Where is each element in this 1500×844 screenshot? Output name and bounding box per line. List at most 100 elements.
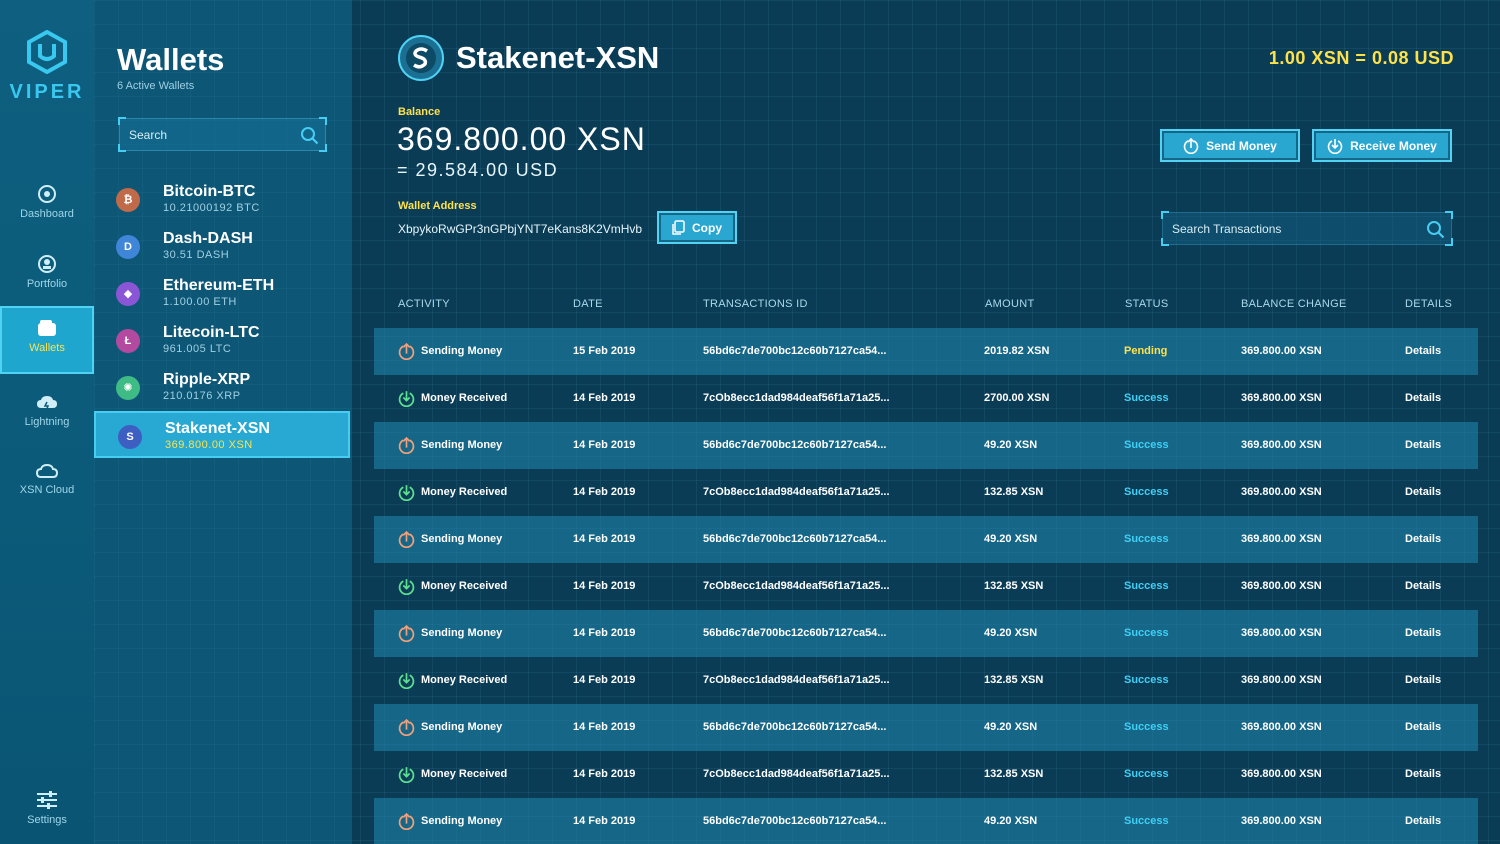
tx-balance-change: 369.800.00 XSN bbox=[1241, 392, 1322, 404]
table-row[interactable]: Money Received 14 Feb 2019 7cOb8ecc1dad984… bbox=[374, 469, 1478, 516]
send-money-button[interactable]: Send Money bbox=[1160, 129, 1300, 162]
table-row[interactable]: Sending Money 14 Feb 2019 56bd6c7de700bc12… bbox=[374, 610, 1478, 657]
nav-item-dashboard[interactable]: Dashboard bbox=[0, 174, 94, 242]
tx-amount: 49.20 XSN bbox=[984, 439, 1038, 451]
wallet-item-ripple[interactable]: ✺ Ripple-XRP 210.0176 XRP bbox=[94, 364, 352, 411]
nav-item-wallets[interactable]: Wallets bbox=[0, 306, 94, 374]
col-details: DETAILS bbox=[1405, 298, 1453, 310]
send-icon bbox=[398, 530, 415, 548]
tx-date: 14 Feb 2019 bbox=[573, 580, 636, 592]
tx-balance-change: 369.800.00 XSN bbox=[1241, 627, 1322, 639]
details-link[interactable]: Details bbox=[1405, 563, 1441, 610]
wallet-address: XbpykoRwGPr3nGPbjYNT7eKans8K2VmHvb bbox=[398, 222, 643, 236]
details-link[interactable]: Details bbox=[1405, 704, 1441, 751]
details-link[interactable]: Details bbox=[1405, 798, 1441, 844]
col-transaction-id: TRANSACTIONS ID bbox=[703, 298, 808, 310]
nav-item-settings[interactable]: Settings bbox=[0, 780, 94, 844]
stakenet-icon: S bbox=[118, 425, 142, 449]
tx-date: 14 Feb 2019 bbox=[573, 439, 636, 451]
nav-item-xsn-cloud[interactable]: XSN Cloud bbox=[0, 454, 94, 522]
tx-id: 7cOb8ecc1dad984deaf56f1a71a25... bbox=[703, 392, 890, 404]
wallet-name: Bitcoin-BTC bbox=[163, 183, 256, 200]
search-icon[interactable] bbox=[300, 126, 319, 145]
search-icon[interactable] bbox=[1426, 220, 1445, 239]
tx-balance-change: 369.800.00 XSN bbox=[1241, 674, 1322, 686]
col-activity: ACTIVITY bbox=[398, 298, 450, 310]
table-row[interactable]: Sending Money 15 Feb 2019 56bd6c7de700bc12… bbox=[374, 328, 1478, 375]
stakenet-logo-icon bbox=[398, 35, 444, 81]
wallet-search-input[interactable] bbox=[129, 119, 289, 150]
activity-label: Money Received bbox=[421, 392, 508, 404]
status-badge: Success bbox=[1124, 674, 1169, 686]
send-icon bbox=[1183, 137, 1199, 154]
nav-item-lightning[interactable]: Lightning bbox=[0, 384, 94, 452]
col-date: DATE bbox=[573, 298, 603, 310]
details-link[interactable]: Details bbox=[1405, 375, 1441, 422]
activity-label: Money Received bbox=[421, 674, 508, 686]
wallets-title: Wallets bbox=[117, 42, 225, 77]
table-row[interactable]: Money Received 14 Feb 2019 7cOb8ecc1dad984… bbox=[374, 751, 1478, 798]
wallet-address-label: Wallet Address bbox=[398, 200, 477, 212]
wallet-item-dash[interactable]: D Dash-DASH 30.51 DASH bbox=[94, 223, 352, 270]
details-link[interactable]: Details bbox=[1405, 422, 1441, 469]
status-badge: Pending bbox=[1124, 345, 1168, 357]
ripple-icon: ✺ bbox=[116, 376, 140, 400]
activity-label: Sending Money bbox=[421, 721, 503, 733]
receive-icon bbox=[398, 390, 415, 407]
table-row[interactable]: Sending Money 14 Feb 2019 56bd6c7de700bc12… bbox=[374, 704, 1478, 751]
wallet-balance: 1.100.00 ETH bbox=[163, 296, 237, 308]
receive-money-button[interactable]: Receive Money bbox=[1312, 129, 1452, 162]
status-badge: Success bbox=[1124, 815, 1169, 827]
copy-button-label: Copy bbox=[692, 220, 722, 235]
balance-amount: 369.800.00 XSN bbox=[397, 121, 646, 157]
table-row[interactable]: Money Received 14 Feb 2019 7cOb8ecc1dad984… bbox=[374, 375, 1478, 422]
details-link[interactable]: Details bbox=[1405, 610, 1441, 657]
nav-item-portfolio[interactable]: Portfolio bbox=[0, 244, 94, 312]
activity-label: Sending Money bbox=[421, 533, 503, 545]
tx-date: 14 Feb 2019 bbox=[573, 674, 636, 686]
col-balance-change: BALANCE CHANGE bbox=[1241, 298, 1347, 310]
table-row[interactable]: Sending Money 14 Feb 2019 56bd6c7de700bc12… bbox=[374, 516, 1478, 563]
wallet-item-litecoin[interactable]: Ł Litecoin-LTC 961.005 LTC bbox=[94, 317, 352, 364]
activity-label: Money Received bbox=[421, 580, 508, 592]
table-row[interactable]: Sending Money 14 Feb 2019 56bd6c7de700bc12… bbox=[374, 798, 1478, 844]
send-icon bbox=[398, 342, 415, 360]
tx-balance-change: 369.800.00 XSN bbox=[1241, 439, 1322, 451]
wallet-item-stakenet[interactable]: S Stakenet-XSN 369.800.00 XSN bbox=[94, 411, 350, 458]
status-badge: Success bbox=[1124, 721, 1169, 733]
app-logo[interactable]: VIPER bbox=[0, 29, 94, 104]
status-badge: Success bbox=[1124, 580, 1169, 592]
portfolio-icon bbox=[38, 255, 56, 273]
details-link[interactable]: Details bbox=[1405, 469, 1441, 516]
details-link[interactable]: Details bbox=[1405, 328, 1441, 375]
wallet-name: Ripple-XRP bbox=[163, 371, 251, 388]
details-link[interactable]: Details bbox=[1405, 751, 1441, 798]
wallets-subtitle: 6 Active Wallets bbox=[117, 80, 195, 92]
wallet-item-bitcoin[interactable]: ₿ Bitcoin-BTC 10.21000192 BTC bbox=[94, 176, 352, 223]
activity-label: Sending Money bbox=[421, 815, 503, 827]
table-row[interactable]: Sending Money 14 Feb 2019 56bd6c7de700bc12… bbox=[374, 422, 1478, 469]
details-link[interactable]: Details bbox=[1405, 657, 1441, 704]
tx-amount: 2700.00 XSN bbox=[984, 392, 1050, 404]
wallet-item-ethereum[interactable]: ◆ Ethereum-ETH 1.100.00 ETH bbox=[94, 270, 352, 317]
tx-balance-change: 369.800.00 XSN bbox=[1241, 486, 1322, 498]
wallet-name: Stakenet-XSN bbox=[165, 420, 270, 437]
transaction-search bbox=[1161, 211, 1453, 246]
copy-button[interactable]: Copy bbox=[657, 211, 737, 244]
status-badge: Success bbox=[1124, 627, 1169, 639]
balance-label: Balance bbox=[398, 106, 441, 118]
send-icon bbox=[398, 812, 415, 830]
activity-label: Sending Money bbox=[421, 627, 503, 639]
receive-icon bbox=[1327, 138, 1343, 154]
table-row[interactable]: Money Received 14 Feb 2019 7cOb8ecc1dad984… bbox=[374, 657, 1478, 704]
send-icon bbox=[398, 624, 415, 642]
receive-icon bbox=[398, 766, 415, 783]
balance-usd: = 29.584.00 USD bbox=[397, 160, 559, 180]
details-link[interactable]: Details bbox=[1405, 516, 1441, 563]
tx-amount: 132.85 XSN bbox=[984, 580, 1044, 592]
copy-icon bbox=[672, 220, 685, 235]
status-badge: Success bbox=[1124, 533, 1169, 545]
tx-id: 56bd6c7de700bc12c60b7127ca54... bbox=[703, 627, 887, 639]
transaction-search-input[interactable] bbox=[1172, 213, 1402, 244]
table-row[interactable]: Money Received 14 Feb 2019 7cOb8ecc1dad984… bbox=[374, 563, 1478, 610]
